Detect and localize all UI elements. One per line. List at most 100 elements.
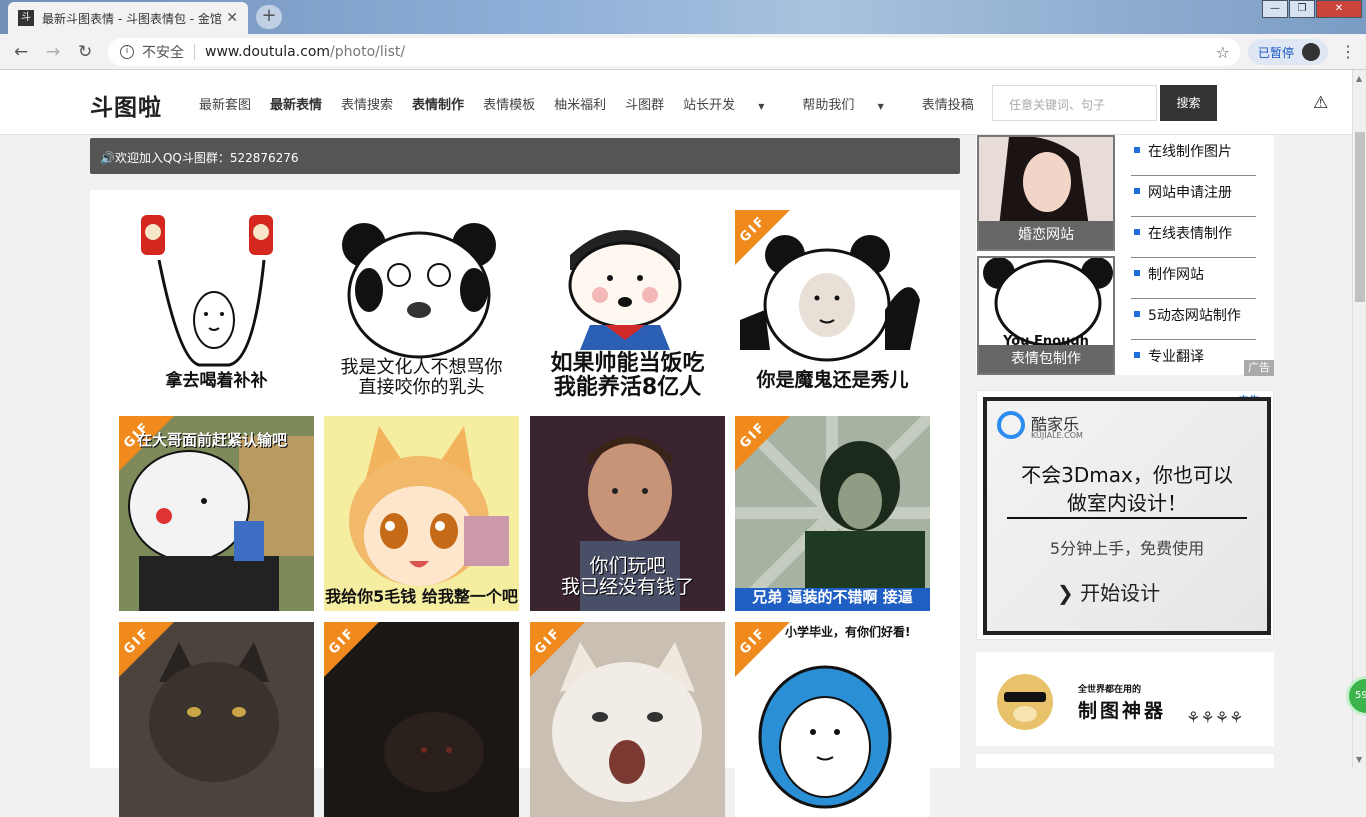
ad-tag: 广告 bbox=[1244, 360, 1274, 376]
ad-brand-sub: KUJIALE.COM bbox=[1031, 431, 1083, 440]
nav-item-emoji-search[interactable]: 表情搜索 bbox=[341, 94, 393, 113]
qq-group-notice: 🔊欢迎加入QQ斗图群：522876276 bbox=[90, 138, 960, 174]
gif-label: GIF bbox=[737, 419, 770, 452]
ad-link-label: 制作网站 bbox=[1148, 267, 1204, 283]
warning-icon[interactable]: ⚠ bbox=[1313, 93, 1328, 113]
emoji-caption: 我给你5毛钱 给我整一个吧 bbox=[325, 587, 518, 606]
nav-item-emoji-templates[interactable]: 表情模板 bbox=[483, 94, 535, 113]
emoji-card[interactable]: GIF bbox=[119, 622, 314, 817]
ad-thumb-dating[interactable]: 婚恋网站 bbox=[977, 135, 1115, 251]
emoji-card[interactable]: 我是文化人不想骂你 直接咬你的乳头 bbox=[324, 210, 519, 405]
scrollbar-thumb[interactable] bbox=[1355, 132, 1365, 302]
ad-banner: 酷家乐 KUJIALE.COM 不会3Dmax，你也可以 做室内设计！ 5分钟上… bbox=[983, 397, 1271, 635]
emoji-caption: 拿去喝着补补 bbox=[165, 371, 268, 391]
emoji-card[interactable]: 拿去喝着补补 bbox=[119, 210, 314, 405]
browser-toolbar: ← → ↻ i 不安全 www.doutula.com /photo/list/… bbox=[0, 34, 1366, 70]
nav-item-latest-emoji[interactable]: 最新表情 bbox=[270, 94, 322, 113]
ad-tool-tagline: 全世界都在用的 bbox=[1078, 685, 1142, 695]
nav-item-latest-sets[interactable]: 最新套图 bbox=[199, 94, 251, 113]
scroll-up-icon[interactable]: ▲ bbox=[1356, 74, 1362, 83]
ad-headline-2: 做室内设计！ bbox=[1067, 491, 1187, 515]
page-scrollbar[interactable]: ▲ ▼ bbox=[1352, 70, 1366, 768]
caret-down-icon: ▼ bbox=[758, 102, 765, 111]
maximize-button[interactable]: ❐ bbox=[1289, 0, 1315, 18]
gif-badge: GIF bbox=[119, 622, 179, 682]
ad-link-list: 在线制作图片 网站申请注册 在线表情制作 制作网站 5动态网站制作 专业翻译 bbox=[1131, 135, 1256, 381]
ad-tool-title: 制图神器 bbox=[1078, 700, 1167, 722]
ad-link[interactable]: 5动态网站制作 bbox=[1131, 299, 1256, 340]
nav-item-submit[interactable]: 表情投稿 bbox=[922, 94, 974, 113]
insecure-label[interactable]: 不安全 bbox=[142, 42, 184, 62]
ad-link[interactable]: 在线表情制作 bbox=[1131, 217, 1256, 258]
floating-badge[interactable]: 59 bbox=[1346, 676, 1366, 716]
doodle-icon: ⚘⚘⚘⚘ bbox=[1186, 708, 1244, 727]
sidebar-ad-kujiale[interactable]: 广告✕ 酷家乐 KUJIALE.COM 不会3Dmax，你也可以 做室内设计！ … bbox=[976, 390, 1274, 640]
site-favicon-icon: 斗 bbox=[18, 10, 34, 26]
bullet-icon bbox=[1134, 229, 1140, 235]
reload-icon[interactable]: ↻ bbox=[78, 42, 92, 62]
chevron-right-icon: ❯ bbox=[1057, 581, 1081, 605]
emoji-caption: 小学毕业，有你们好看! bbox=[785, 625, 911, 639]
ad-thumb-emoji-maker[interactable]: You Enough 表情包制作 bbox=[977, 256, 1115, 375]
ad-link[interactable]: 网站申请注册 bbox=[1131, 176, 1256, 217]
ad-link-label: 在线制作图片 bbox=[1148, 144, 1232, 160]
emoji-caption: 兄弟 逼装的不错啊 接逼 bbox=[752, 588, 913, 606]
bullet-icon bbox=[1134, 188, 1140, 194]
divider bbox=[1007, 517, 1247, 519]
search-button[interactable]: 搜索 bbox=[1160, 85, 1217, 121]
emoji-card[interactable]: 你们玩吧 我已经没有钱了 bbox=[530, 416, 725, 611]
profile-button[interactable]: 已暂停 bbox=[1248, 39, 1328, 65]
ad-subtitle: 5分钟上手，免费使用 bbox=[1049, 539, 1205, 558]
back-arrow-icon[interactable]: ← bbox=[14, 42, 28, 62]
emoji-card[interactable]: GIF 你是魔鬼还是秀儿 bbox=[735, 210, 930, 405]
emoji-card[interactable]: 我给你5毛钱 给我整一个吧 bbox=[324, 416, 519, 611]
ad-cta[interactable]: ❯ 开始设计 bbox=[1057, 577, 1160, 606]
ad-link[interactable]: 制作网站 bbox=[1131, 258, 1256, 299]
bookmark-star-icon[interactable]: ☆ bbox=[1216, 43, 1230, 62]
ad-thumb-label: 婚恋网站 bbox=[979, 221, 1113, 249]
ad-link-label: 网站申请注册 bbox=[1148, 185, 1232, 201]
main-nav: 最新套图 最新表情 表情搜索 表情制作 表情模板 柚米福利 斗图群 站长开发 ▼… bbox=[199, 94, 993, 113]
gif-badge: GIF bbox=[735, 210, 795, 270]
ad-link[interactable]: 专业翻译 bbox=[1131, 340, 1256, 381]
emoji-card[interactable]: GIF 小学毕业，有你们好看! bbox=[735, 622, 930, 817]
ad-link-label: 在线表情制作 bbox=[1148, 226, 1232, 242]
nav-item-help[interactable]: 帮助我们 ▼ bbox=[802, 94, 902, 113]
emoji-card[interactable]: GIF bbox=[530, 622, 725, 817]
close-window-button[interactable]: ✕ bbox=[1316, 0, 1362, 18]
gif-label: GIF bbox=[737, 213, 770, 246]
nav-item-emoji-maker[interactable]: 表情制作 bbox=[412, 94, 464, 113]
info-icon[interactable]: i bbox=[120, 45, 134, 59]
tab-close-icon[interactable]: ✕ bbox=[226, 10, 238, 26]
browser-tab[interactable]: 斗 最新斗图表情 - 斗图表情包 - 金馆 ✕ bbox=[8, 2, 248, 34]
nav-item-doutu-group[interactable]: 斗图群 bbox=[625, 94, 664, 113]
browser-tab-bar: 斗 最新斗图表情 - 斗图表情包 - 金馆 ✕ + — ❐ ✕ bbox=[0, 0, 1366, 34]
new-tab-button[interactable]: + bbox=[256, 5, 282, 29]
nav-item-youmi-welfare[interactable]: 柚米福利 bbox=[554, 94, 606, 113]
profile-status: 已暂停 bbox=[1258, 45, 1295, 60]
emoji-card[interactable]: GIF 兄弟 逼装的不错啊 接逼 bbox=[735, 416, 930, 611]
site-header: 斗图啦 最新套图 最新表情 表情搜索 表情制作 表情模板 柚米福利 斗图群 站长… bbox=[0, 70, 1352, 135]
gif-label: GIF bbox=[326, 625, 359, 658]
emoji-card[interactable]: GIF bbox=[324, 622, 519, 817]
bullet-icon bbox=[1134, 311, 1140, 317]
nav-item-dev[interactable]: 站长开发 ▼ bbox=[683, 94, 783, 113]
menu-dots-icon[interactable]: ⋮ bbox=[1340, 42, 1356, 61]
caret-down-icon: ▼ bbox=[877, 102, 884, 111]
forward-arrow-icon[interactable]: → bbox=[46, 42, 60, 62]
minimize-button[interactable]: — bbox=[1262, 0, 1288, 18]
site-logo[interactable]: 斗图啦 bbox=[90, 88, 162, 122]
address-bar[interactable]: i 不安全 www.doutula.com /photo/list/ ☆ bbox=[108, 38, 1240, 66]
emoji-caption: 如果帅能当饭吃 我能养活8亿人 bbox=[550, 351, 705, 401]
bullet-icon bbox=[1134, 270, 1140, 276]
avatar bbox=[1302, 43, 1321, 61]
emoji-caption: 你是魔鬼还是秀儿 bbox=[756, 369, 909, 391]
emoji-caption: 在大哥面前赶紧认输吧 bbox=[137, 431, 288, 449]
nav-item-dev-label: 站长开发 bbox=[683, 98, 736, 113]
sidebar-ad-tool[interactable]: 全世界都在用的 制图神器 ⚘⚘⚘⚘ bbox=[976, 652, 1274, 746]
emoji-card[interactable]: GIF 在大哥面前赶紧认输吧 bbox=[119, 416, 314, 611]
scroll-down-icon[interactable]: ▼ bbox=[1356, 755, 1362, 764]
ad-link[interactable]: 在线制作图片 bbox=[1131, 135, 1256, 176]
search-input[interactable]: 任意关键词、句子 bbox=[992, 85, 1157, 121]
emoji-card[interactable]: 如果帅能当饭吃 我能养活8亿人 bbox=[530, 210, 725, 405]
